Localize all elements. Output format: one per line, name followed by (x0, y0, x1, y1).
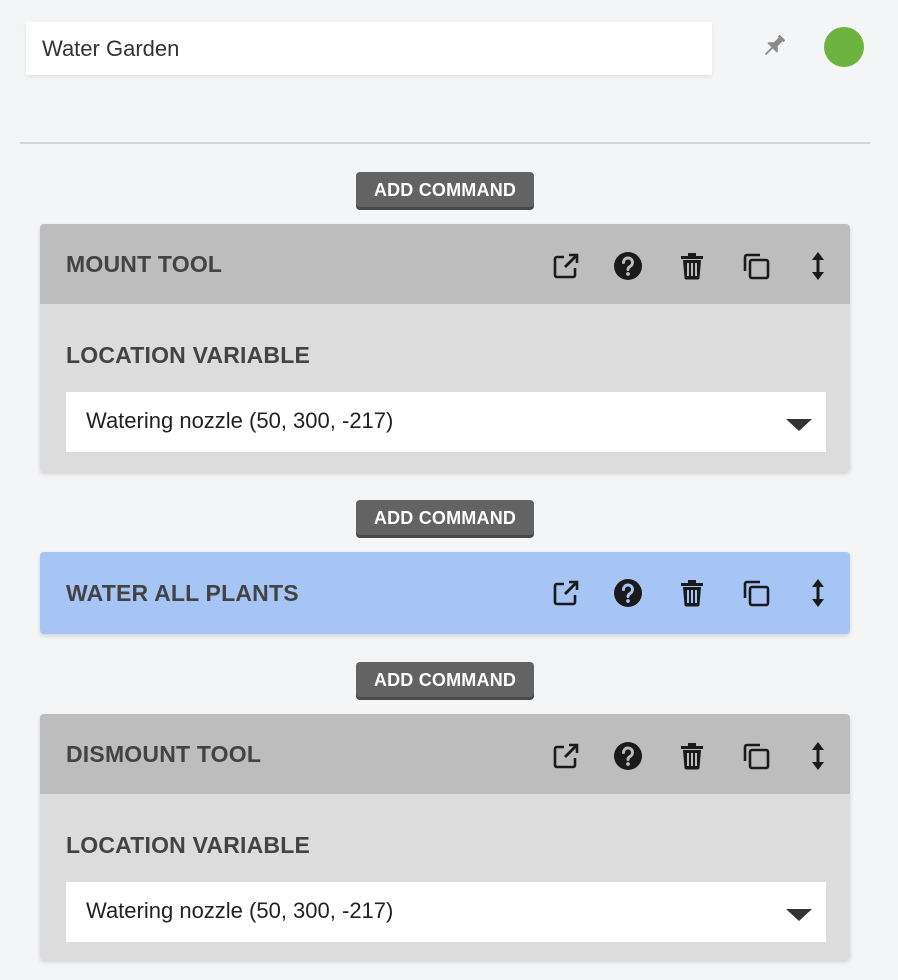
move-vertical-icon[interactable] (802, 740, 834, 772)
step-title: DISMOUNT TOOL (66, 741, 262, 767)
help-icon[interactable] (612, 250, 644, 282)
trash-icon[interactable] (676, 577, 708, 609)
select-value: Watering nozzle (50, 300, -217) (86, 898, 394, 923)
external-link-icon[interactable] (550, 577, 582, 609)
copy-icon[interactable] (740, 577, 772, 609)
step-water-all-plants: WATER ALL PLANTS (40, 552, 850, 634)
trash-icon[interactable] (676, 740, 708, 772)
location-variable-select[interactable]: Watering nozzle (50, 300, -217) (66, 882, 826, 942)
caret-down-icon (786, 909, 812, 921)
step-header[interactable]: DISMOUNT TOOL (40, 714, 850, 794)
step-dismount-tool: DISMOUNT TOOL LOCATION VARIABLE Watering… (40, 714, 850, 960)
external-link-icon[interactable] (550, 250, 582, 282)
add-command-button[interactable]: ADD COMMAND (356, 172, 534, 207)
copy-icon[interactable] (740, 740, 772, 772)
help-icon[interactable] (612, 740, 644, 772)
add-command-button[interactable]: ADD COMMAND (356, 500, 534, 535)
step-title: WATER ALL PLANTS (66, 580, 299, 606)
step-header[interactable]: WATER ALL PLANTS (40, 552, 850, 634)
trash-icon[interactable] (676, 250, 708, 282)
step-header[interactable]: MOUNT TOOL (40, 224, 850, 304)
pin-icon[interactable] (758, 30, 790, 62)
copy-icon[interactable] (740, 250, 772, 282)
caret-down-icon (786, 419, 812, 431)
sequence-name-input[interactable] (26, 22, 712, 75)
move-vertical-icon[interactable] (802, 250, 834, 282)
location-variable-select[interactable]: Watering nozzle (50, 300, -217) (66, 392, 826, 452)
location-variable-label: LOCATION VARIABLE (66, 342, 311, 368)
location-variable-label: LOCATION VARIABLE (66, 832, 311, 858)
divider (20, 142, 870, 144)
step-mount-tool: MOUNT TOOL LOCATION VARIABLE Watering no… (40, 224, 850, 472)
external-link-icon[interactable] (550, 740, 582, 772)
help-icon[interactable] (612, 577, 644, 609)
step-body: LOCATION VARIABLE Watering nozzle (50, 3… (40, 304, 850, 472)
move-vertical-icon[interactable] (802, 577, 834, 609)
sync-status-indicator (824, 27, 864, 67)
select-value: Watering nozzle (50, 300, -217) (86, 408, 394, 433)
add-command-button[interactable]: ADD COMMAND (356, 662, 534, 697)
step-body: LOCATION VARIABLE Watering nozzle (50, 3… (40, 794, 850, 960)
step-title: MOUNT TOOL (66, 251, 223, 277)
